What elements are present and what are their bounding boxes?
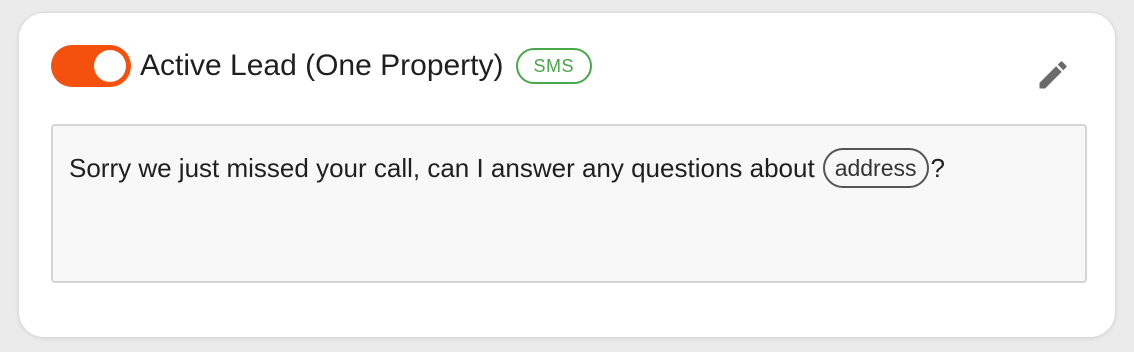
channel-badge: SMS [515, 48, 593, 84]
variable-chip-address[interactable]: address [822, 148, 929, 188]
toggle-knob [94, 50, 126, 82]
template-card: Active Lead (One Property) SMS Sorry we … [18, 12, 1116, 338]
template-title: Active Lead (One Property) [140, 49, 504, 82]
message-text-area[interactable]: Sorry we just missed your call, can I an… [51, 124, 1087, 283]
card-header: Active Lead (One Property) SMS [51, 45, 593, 87]
message-content: Sorry we just missed your call, can I an… [69, 148, 1069, 188]
message-text-end: ? [930, 153, 945, 183]
edit-button[interactable] [1031, 53, 1075, 97]
pencil-icon [1039, 61, 1067, 89]
message-text: Sorry we just missed your call, can I an… [69, 153, 815, 183]
active-toggle[interactable] [51, 45, 131, 87]
